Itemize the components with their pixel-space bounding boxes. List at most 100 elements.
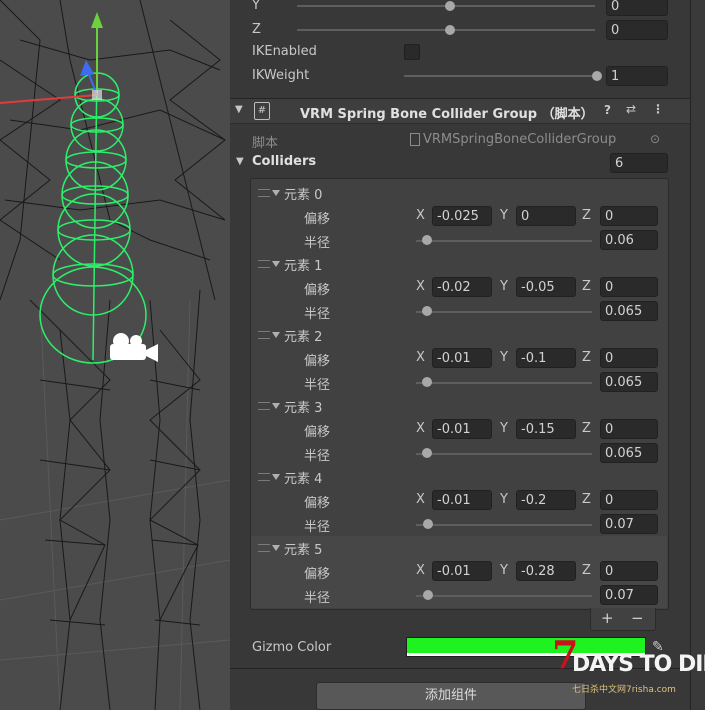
element-foldout-icon[interactable]: [272, 332, 280, 338]
radius-slider-track[interactable]: [416, 595, 592, 597]
ik-weight-slider-thumb[interactable]: [592, 71, 602, 81]
collider-element: 元素 1 偏移 X -0.02 Y -0.05 Z 0 半径 0.065: [230, 252, 690, 322]
offset-x-field[interactable]: -0.01: [432, 490, 492, 510]
radius-slider-track[interactable]: [416, 453, 592, 455]
offset-x-label: X: [416, 492, 425, 507]
offset-z-field[interactable]: 0: [600, 348, 658, 368]
element-foldout-icon[interactable]: [272, 474, 280, 480]
radius-slider-thumb[interactable]: [423, 590, 434, 600]
radius-field[interactable]: 0.065: [600, 443, 658, 463]
offset-z-label: Z: [582, 492, 591, 507]
offset-y-label: Y: [500, 492, 508, 507]
element-foldout-icon[interactable]: [272, 190, 280, 196]
offset-z-field[interactable]: 0: [600, 419, 658, 439]
preset-icon[interactable]: ⇄: [626, 102, 636, 116]
offset-y-field[interactable]: -0.28: [516, 561, 576, 581]
ik-weight-label: IKWeight: [252, 68, 310, 83]
drag-handle-icon[interactable]: [258, 260, 270, 268]
radius-field[interactable]: 0.07: [600, 585, 658, 605]
drag-handle-icon[interactable]: [258, 473, 270, 481]
offset-label: 偏移: [304, 283, 331, 298]
ik-y-field[interactable]: 0: [606, 0, 668, 16]
offset-x-field[interactable]: -0.025: [432, 206, 492, 226]
radius-field[interactable]: 0.065: [600, 372, 658, 392]
offset-z-field[interactable]: 0: [600, 277, 658, 297]
offset-y-field[interactable]: 0: [516, 206, 576, 226]
offset-y-field[interactable]: -0.1: [516, 348, 576, 368]
radius-slider-track[interactable]: [416, 240, 592, 242]
offset-z-label: Z: [582, 350, 591, 365]
element-foldout-icon[interactable]: [272, 261, 280, 267]
offset-x-field[interactable]: -0.01: [432, 348, 492, 368]
radius-slider-track[interactable]: [416, 311, 592, 313]
element-foldout-icon[interactable]: [272, 545, 280, 551]
offset-z-label: Z: [582, 279, 591, 294]
radius-slider-thumb[interactable]: [422, 306, 433, 316]
offset-x-field[interactable]: -0.01: [432, 561, 492, 581]
script-asset-icon: [410, 133, 420, 146]
element-name: 元素 0: [284, 188, 323, 203]
element-foldout-icon[interactable]: [272, 403, 280, 409]
gizmo-color-label: Gizmo Color: [252, 640, 332, 655]
radius-field[interactable]: 0.065: [600, 301, 658, 321]
offset-x-field[interactable]: -0.02: [432, 277, 492, 297]
element-name: 元素 1: [284, 259, 323, 274]
offset-x-field[interactable]: -0.01: [432, 419, 492, 439]
offset-z-label: Z: [582, 208, 591, 223]
colliders-count-field[interactable]: 6: [610, 153, 668, 173]
offset-y-label: Y: [500, 208, 508, 223]
drag-handle-icon[interactable]: [258, 189, 270, 197]
offset-z-field[interactable]: 0: [600, 561, 658, 581]
ik-y-slider-thumb[interactable]: [445, 1, 455, 11]
help-icon[interactable]: ?: [604, 103, 611, 117]
script-label: 脚本: [252, 136, 279, 151]
offset-z-field[interactable]: 0: [600, 490, 658, 510]
ik-weight-field[interactable]: 1: [606, 66, 668, 86]
radius-field[interactable]: 0.07: [600, 514, 658, 534]
radius-field[interactable]: 0.06: [600, 230, 658, 250]
foldout-arrow-icon[interactable]: ▼: [235, 104, 243, 115]
object-picker-icon[interactable]: ⊙: [650, 132, 660, 146]
radius-label: 半径: [304, 449, 331, 464]
colliders-foldout-icon[interactable]: ▼: [236, 156, 244, 167]
radius-label: 半径: [304, 236, 331, 251]
ik-z-row: Z 0: [230, 18, 690, 42]
offset-z-field[interactable]: 0: [600, 206, 658, 226]
drag-handle-icon[interactable]: [258, 402, 270, 410]
offset-x-label: X: [416, 350, 425, 365]
offset-z-label: Z: [582, 563, 591, 578]
more-options-icon[interactable]: ⋮: [652, 102, 664, 116]
radius-slider-thumb[interactable]: [423, 519, 434, 529]
element-name: 元素 5: [284, 543, 323, 558]
offset-x-label: X: [416, 279, 425, 294]
offset-y-field[interactable]: -0.05: [516, 277, 576, 297]
radius-slider-track[interactable]: [416, 382, 592, 384]
radius-slider-track[interactable]: [416, 524, 592, 526]
element-name: 元素 3: [284, 401, 323, 416]
radius-slider-thumb[interactable]: [422, 377, 433, 387]
offset-y-field[interactable]: -0.15: [516, 419, 576, 439]
offset-y-field[interactable]: -0.2: [516, 490, 576, 510]
scene-view[interactable]: [0, 0, 230, 710]
offset-label: 偏移: [304, 354, 331, 369]
element-name: 元素 2: [284, 330, 323, 345]
scrollbar[interactable]: [690, 0, 705, 710]
drag-handle-icon[interactable]: [258, 544, 270, 552]
offset-label: 偏移: [304, 567, 331, 582]
ik-enabled-checkbox[interactable]: [404, 44, 420, 60]
drag-handle-icon[interactable]: [258, 331, 270, 339]
offset-z-label: Z: [582, 421, 591, 436]
radius-slider-thumb[interactable]: [422, 448, 433, 458]
ik-y-label: Y: [252, 0, 260, 13]
component-header[interactable]: ▼ # VRM Spring Bone Collider Group （脚本） …: [230, 98, 690, 124]
add-element-button[interactable]: +: [601, 609, 614, 627]
offset-y-label: Y: [500, 421, 508, 436]
script-value[interactable]: VRMSpringBoneColliderGroup: [423, 132, 616, 147]
offset-label: 偏移: [304, 425, 331, 440]
ik-weight-slider-track[interactable]: [404, 75, 595, 77]
add-component-button[interactable]: 添加组件: [316, 682, 586, 710]
radius-slider-thumb[interactable]: [421, 235, 432, 245]
ik-z-slider-thumb[interactable]: [445, 25, 455, 35]
remove-element-button[interactable]: −: [631, 609, 644, 627]
ik-z-field[interactable]: 0: [606, 20, 668, 40]
